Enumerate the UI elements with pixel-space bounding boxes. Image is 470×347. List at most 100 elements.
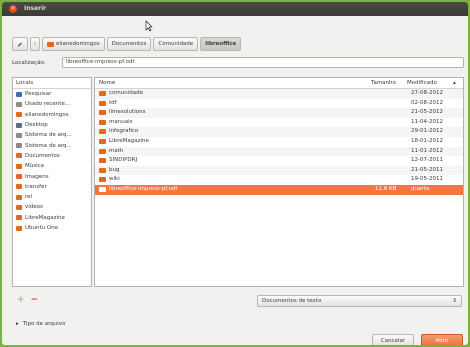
- videos-folder-icon: [16, 204, 22, 210]
- close-icon: ×: [10, 5, 16, 12]
- place-item[interactable]: Documentos: [13, 151, 91, 161]
- place-item-label: LibreMagazine: [25, 214, 65, 221]
- column-name[interactable]: Nome: [99, 78, 115, 88]
- expander-arrow-icon: ▸: [16, 321, 19, 327]
- file-modified: 02-08-2012: [411, 99, 443, 106]
- file-name: math: [109, 147, 124, 154]
- document-icon: [99, 186, 106, 192]
- clock-icon: [16, 101, 22, 107]
- file-modified: 11-04-2012: [411, 118, 443, 125]
- place-item[interactable]: rel: [13, 192, 91, 202]
- place-item[interactable]: Desktop: [13, 120, 91, 130]
- drive-icon: [16, 143, 22, 149]
- file-modified: 12-07-2011: [411, 157, 443, 164]
- folder-icon: [99, 148, 106, 154]
- place-item[interactable]: Ubuntu One: [13, 223, 91, 233]
- folder-icon: [99, 110, 106, 116]
- insert-dialog: × Inserir ‹ elianedomingos Documentos Co…: [2, 2, 468, 345]
- place-item[interactable]: Usado recente...: [13, 99, 91, 109]
- file-list-header: Nome Tamanho Modificado ▴: [95, 78, 463, 89]
- chevron-left-icon: ‹: [33, 41, 37, 47]
- place-item[interactable]: Sistema de arq...: [13, 140, 91, 150]
- file-modified: 21-05-2012: [411, 109, 443, 116]
- folder-icon: [99, 177, 106, 183]
- folder-icon: [99, 167, 106, 173]
- file-filter-select[interactable]: Documentos de texto ⇕: [257, 295, 462, 307]
- file-row[interactable]: comunidade 27-08-2012: [95, 89, 463, 99]
- file-name: LibreMagazine: [109, 137, 149, 144]
- dropdown-arrow-icon: ⇕: [452, 298, 457, 304]
- place-item-label: Sistema de arq...: [25, 132, 72, 139]
- place-item-label: Ubuntu One: [25, 225, 59, 231]
- place-item[interactable]: Pesquisar: [13, 89, 91, 99]
- file-row[interactable]: math 11-01-2012: [95, 146, 463, 157]
- place-item[interactable]: elianedomingos: [13, 110, 91, 120]
- file-types-expander[interactable]: ▸ Tipo de arquivo: [16, 321, 65, 327]
- path-crumb-home[interactable]: elianedomingos: [42, 37, 105, 51]
- pictures-folder-icon: [16, 174, 22, 180]
- folder-icon: [99, 119, 106, 125]
- place-item[interactable]: Sistema de arq...: [13, 130, 91, 140]
- home-folder-icon: [16, 112, 22, 118]
- titlebar: × Inserir: [2, 2, 468, 16]
- places-sidebar: Locais Pesquisar Usado recente... elianedo…: [12, 77, 92, 287]
- edit-location-button[interactable]: [12, 37, 28, 51]
- place-item-label: elianedomingos: [25, 111, 69, 118]
- file-row[interactable]: bug 21-05-2011: [95, 165, 463, 176]
- file-row[interactable]: infografico 29-01-2012: [95, 127, 463, 137]
- close-button[interactable]: ×: [9, 5, 17, 13]
- place-item-label: videos: [25, 204, 43, 211]
- remove-bookmark-button[interactable]: −: [31, 295, 39, 305]
- path-back-button[interactable]: ‹: [30, 37, 40, 51]
- place-item[interactable]: LibreMagazine: [13, 213, 91, 223]
- file-row[interactable]: wiki 19-05-2011: [95, 175, 463, 185]
- location-input[interactable]: libreoffice-impress-pf.odt: [62, 57, 464, 68]
- pencil-icon: [17, 41, 23, 47]
- desktop-icon: [16, 122, 22, 128]
- path-crumb-libreoffice[interactable]: libreoffice: [200, 37, 242, 51]
- place-item-label: rel: [25, 194, 33, 201]
- file-name: wiki: [109, 176, 120, 183]
- places-header: Locais: [13, 78, 91, 89]
- open-button[interactable]: Abrir: [421, 334, 463, 345]
- path-bar: ‹ elianedomingos Documentos Comunidade l…: [12, 36, 242, 52]
- file-row[interactable]: libreoffice-impress-pf.odt 11,8 KB quarta: [95, 184, 463, 195]
- file-modified: 29-01-2012: [411, 128, 443, 135]
- file-row[interactable]: LibreMagazine 18-01-2012: [95, 137, 463, 147]
- file-modified: 27-08-2012: [411, 90, 443, 96]
- place-item-label: transfer: [25, 183, 47, 190]
- place-item[interactable]: transfer: [13, 182, 91, 192]
- window-title: Inserir: [24, 5, 47, 12]
- mouse-cursor-icon: [145, 20, 153, 32]
- add-bookmark-button[interactable]: +: [17, 295, 25, 305]
- folder-icon: [16, 184, 22, 190]
- path-crumb-documentos[interactable]: Documentos: [106, 37, 152, 51]
- file-row[interactable]: SINDIPDRJ 12-07-2011: [95, 156, 463, 166]
- file-name: tdf: [109, 99, 117, 106]
- file-name: comunidade: [109, 90, 143, 96]
- cancel-button[interactable]: Cancelar: [372, 334, 414, 345]
- place-item[interactable]: Música: [13, 161, 91, 171]
- file-list: Nome Tamanho Modificado ▴ comunidade 27-0…: [94, 77, 464, 287]
- place-item-label: Usado recente...: [25, 101, 71, 108]
- path-crumb-comunidade[interactable]: Comunidade: [153, 37, 199, 51]
- file-name: limesolutions: [109, 109, 146, 116]
- column-modified[interactable]: Modificado: [407, 78, 437, 88]
- file-row[interactable]: limesolutions 21-05-2012: [95, 108, 463, 118]
- place-item-label: Sistema de arq...: [25, 142, 72, 149]
- folder-icon: [16, 225, 22, 231]
- search-icon: [16, 91, 22, 97]
- column-size[interactable]: Tamanho: [371, 78, 396, 88]
- file-row[interactable]: manuais 11-04-2012: [95, 118, 463, 128]
- place-item[interactable]: videos: [13, 202, 91, 212]
- file-name: SINDIPDRJ: [109, 157, 138, 164]
- folder-icon: [16, 194, 22, 200]
- music-folder-icon: [16, 163, 22, 169]
- place-item[interactable]: Imagens: [13, 171, 91, 181]
- folder-icon: [99, 91, 106, 96]
- file-modified: 21-05-2011: [411, 166, 443, 173]
- file-modified: 11-01-2012: [411, 147, 443, 154]
- file-row[interactable]: tdf 02-08-2012: [95, 99, 463, 109]
- folder-icon: [99, 129, 106, 135]
- file-modified: 18-01-2012: [411, 137, 443, 144]
